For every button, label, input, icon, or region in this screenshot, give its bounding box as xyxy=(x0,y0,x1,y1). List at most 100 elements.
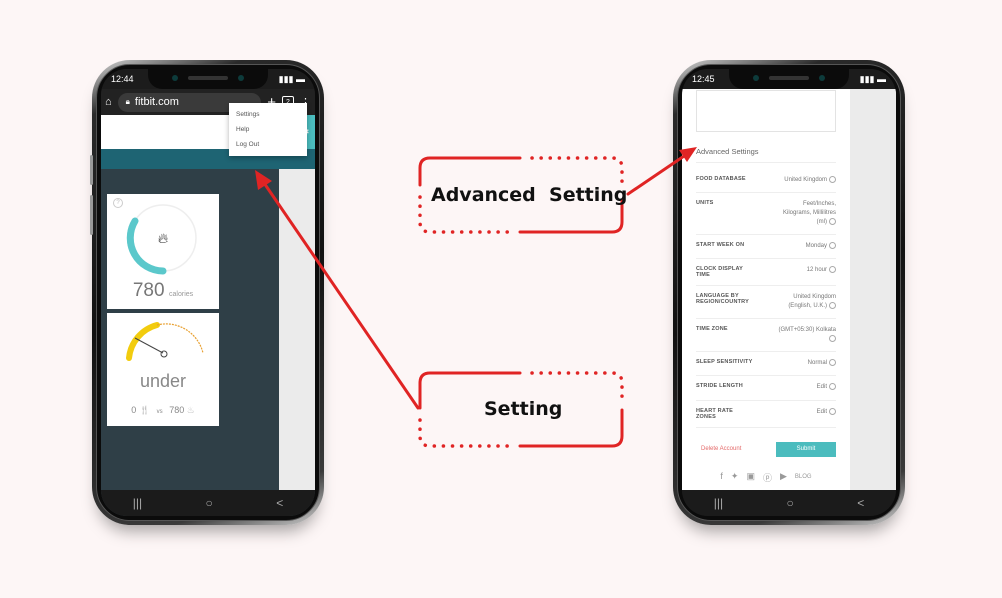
settings-dropdown: Settings Help Log Out xyxy=(229,103,307,156)
recent-apps-button[interactable]: ||| xyxy=(714,496,723,510)
status-icons: ▮▮▮ ▬ xyxy=(859,73,886,84)
setting-row[interactable]: HEART RATE ZONES Edit xyxy=(696,401,836,428)
setting-row[interactable]: STRIDE LENGTH Edit xyxy=(696,376,836,401)
setting-row[interactable]: CLOCK DISPLAY TIME 12 hour xyxy=(696,259,836,287)
delete-account-link[interactable]: Delete Account xyxy=(701,446,741,452)
notch xyxy=(729,69,849,89)
dashboard: ? 🔥︎ 780 calories under 0 🍴︎ vs 780 ♨ xyxy=(101,149,315,516)
right-phone: 12:45 ▮▮▮ ▬ Advanced Settings FOOD DATAB… xyxy=(673,60,905,525)
setting-row[interactable]: TIME ZONE (GMT+05:30) Kolkata xyxy=(696,319,836,353)
blog-link[interactable]: BLOG xyxy=(795,471,812,484)
setting-label: FOOD DATABASE xyxy=(696,176,746,182)
setting-row[interactable]: SLEEP SENSITIVITY Normal xyxy=(696,352,836,377)
setting-value-text: Edit xyxy=(816,384,827,391)
status-time: 12:45 xyxy=(692,74,715,84)
home-button[interactable]: ○ xyxy=(787,496,794,510)
setting-label: HEART RATE ZONES xyxy=(696,407,734,420)
url-text: fitbit.com xyxy=(134,96,179,108)
about-textarea[interactable] xyxy=(696,90,836,132)
right-strip xyxy=(850,89,896,490)
setting-value-text: Edit xyxy=(816,408,827,415)
calorie-card[interactable]: ? 🔥︎ 780 calories xyxy=(107,194,219,309)
menu-item-settings[interactable]: Settings xyxy=(229,107,307,122)
burned-value: 780 xyxy=(169,405,185,415)
info-icon[interactable] xyxy=(829,407,836,415)
calorie-readout: 780 calories xyxy=(107,280,219,302)
info-icon[interactable] xyxy=(829,266,836,274)
fork-knife-icon: 🍴︎ xyxy=(138,405,151,415)
status-icons: ▮▮▮ ▬ xyxy=(278,73,305,84)
setting-label: UNITS xyxy=(696,200,714,207)
back-button[interactable]: < xyxy=(857,496,864,510)
lock-icon: 🔒︎ xyxy=(125,97,130,106)
info-icon[interactable] xyxy=(829,176,836,183)
calorie-unit: calories xyxy=(169,291,194,298)
setting-value[interactable]: Normal xyxy=(808,359,836,368)
setting-value[interactable]: Edit xyxy=(816,407,836,420)
info-icon[interactable] xyxy=(829,218,836,226)
instagram-icon[interactable]: ▣ xyxy=(746,471,755,484)
info-icon[interactable] xyxy=(829,383,836,391)
setting-label: LANGUAGE BY REGION/COUNTRY xyxy=(696,293,750,306)
android-nav-bar: ||| ○ < xyxy=(682,490,896,516)
setting-label: START WEEK ON xyxy=(696,242,745,249)
submit-button[interactable]: Submit xyxy=(776,441,836,457)
setting-row[interactable]: LANGUAGE BY REGION/COUNTRY United Kingdom… xyxy=(696,286,836,320)
settings-page: Advanced Settings FOOD DATABASE United Ki… xyxy=(682,89,896,499)
balance-compare: 0 🍴︎ vs 780 ♨ xyxy=(107,405,219,416)
info-icon[interactable] xyxy=(829,359,836,367)
balance-card[interactable]: under 0 🍴︎ vs 780 ♨ xyxy=(107,313,219,426)
setting-value[interactable]: United Kingdom (English, U.K.) xyxy=(774,293,836,311)
setting-row[interactable]: FOOD DATABASE United Kingdom xyxy=(696,169,836,194)
twitter-icon[interactable]: ✦ xyxy=(731,471,739,484)
setting-value-text: (GMT+05:30) Kolkata xyxy=(778,327,836,334)
setting-row[interactable]: UNITS Feet/Inches, Kilograms, Millilitres… xyxy=(696,193,836,236)
setting-value[interactable]: United Kingdom xyxy=(784,176,836,185)
section-title: Advanced Settings xyxy=(696,147,836,163)
info-icon[interactable] xyxy=(829,335,836,343)
balance-status: under xyxy=(139,371,187,391)
left-phone: 12:44 ▮▮▮ ▬ ⌂ 🔒︎ fitbit.com + 2 ⋮ ⚙ Sett… xyxy=(90,60,324,525)
setting-value-text: Monday xyxy=(805,243,827,250)
home-button[interactable]: ○ xyxy=(206,496,213,510)
android-nav-bar: ||| ○ < xyxy=(101,490,315,516)
setting-value[interactable]: Monday xyxy=(806,242,836,251)
setting-value[interactable]: Edit xyxy=(817,383,836,392)
power-button xyxy=(90,195,93,235)
calorie-value: 780 xyxy=(132,280,165,301)
back-button[interactable]: < xyxy=(276,496,283,510)
setting-value[interactable]: 12 hour xyxy=(807,266,836,278)
info-icon[interactable] xyxy=(829,242,836,250)
right-screen: 12:45 ▮▮▮ ▬ Advanced Settings FOOD DATAB… xyxy=(682,69,896,516)
recent-apps-button[interactable]: ||| xyxy=(133,496,142,510)
gauge-needle xyxy=(134,337,164,354)
right-strip xyxy=(279,169,315,490)
menu-item-logout[interactable]: Log Out xyxy=(229,137,307,152)
calorie-ring: 🔥︎ xyxy=(126,204,197,275)
pinterest-icon[interactable]: ⓟ xyxy=(763,471,772,484)
info-icon[interactable] xyxy=(829,302,836,310)
advanced-setting-callout: Advanced Setting xyxy=(431,184,628,206)
setting-value[interactable]: Feet/Inches, Kilograms, Millilitres (ml) xyxy=(774,200,836,227)
menu-item-help[interactable]: Help xyxy=(229,122,307,137)
youtube-icon[interactable]: ▶ xyxy=(780,471,787,484)
balance-gauge xyxy=(126,322,204,361)
facebook-icon[interactable]: f xyxy=(720,471,723,484)
setting-callout: Setting xyxy=(484,398,563,420)
left-screen: 12:44 ▮▮▮ ▬ ⌂ 🔒︎ fitbit.com + 2 ⋮ ⚙ Sett… xyxy=(101,69,315,516)
setting-value-text: Normal xyxy=(807,360,827,367)
setting-value[interactable]: (GMT+05:30) Kolkata xyxy=(774,326,836,344)
setting-value-text: 12 hour xyxy=(806,267,827,274)
setting-value-text: United Kingdom xyxy=(784,177,827,184)
setting-label: CLOCK DISPLAY TIME xyxy=(696,266,743,279)
dark-column xyxy=(251,169,279,490)
setting-label: SLEEP SENSITIVITY xyxy=(696,359,753,366)
food-value: 0 xyxy=(131,405,137,415)
setting-label: STRIDE LENGTH xyxy=(696,383,743,390)
vs-label: vs xyxy=(156,409,163,415)
setting-row[interactable]: START WEEK ON Monday xyxy=(696,235,836,260)
setting-label: TIME ZONE xyxy=(696,326,728,333)
calorie-progress-arc xyxy=(126,217,167,275)
flame-icon: 🔥︎ xyxy=(158,230,168,246)
home-icon[interactable]: ⌂ xyxy=(105,96,112,108)
